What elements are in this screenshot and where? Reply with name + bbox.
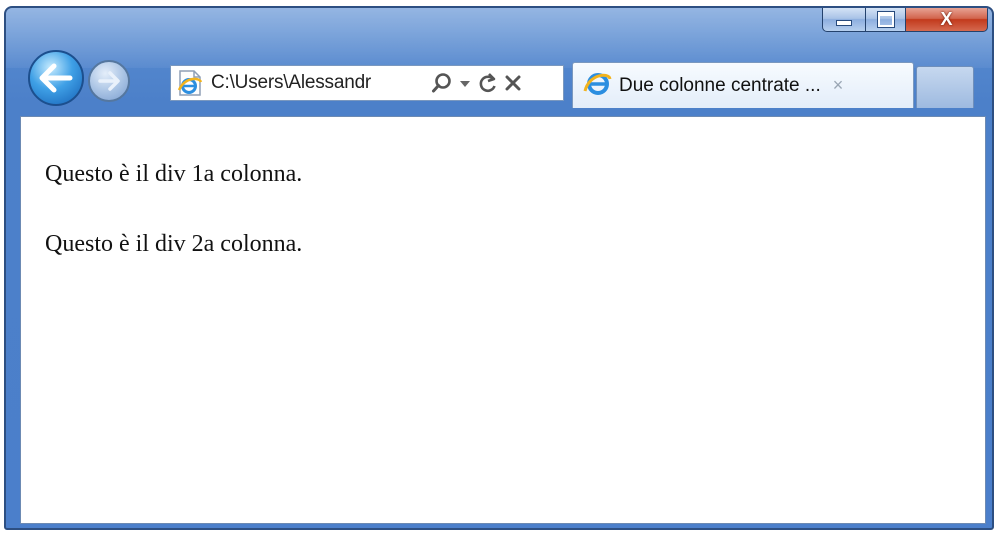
address-input[interactable]: C:\Users\Alessandr <box>211 72 421 94</box>
tab-title: Due colonne centrate ... <box>619 74 821 96</box>
window-caption-buttons: X <box>822 8 988 32</box>
close-window-button[interactable]: X <box>906 8 988 32</box>
tab-close-button[interactable]: × <box>833 75 844 96</box>
refresh-icon[interactable] <box>475 68 501 98</box>
tab-active[interactable]: Due colonne centrate ... × <box>572 62 914 108</box>
maximize-icon <box>876 10 895 28</box>
stop-icon[interactable] <box>501 68 525 98</box>
paragraph-div-1: Questo è il div 1a colonna. <box>45 161 303 187</box>
forward-button[interactable] <box>88 60 130 102</box>
page-content: Questo è il div 1a colonna. Questo è il … <box>20 116 986 524</box>
ie-logo-icon <box>583 68 613 103</box>
ie-page-icon <box>175 68 205 98</box>
minimize-button[interactable] <box>822 8 866 32</box>
arrow-right-icon <box>98 71 120 91</box>
back-button[interactable] <box>28 50 84 106</box>
maximize-button[interactable] <box>866 8 906 32</box>
browser-window: X C:\Users\Alessandr Due colonne centrat… <box>4 6 994 530</box>
new-tab-button[interactable] <box>916 66 974 108</box>
paragraph-div-2: Questo è il div 2a colonna. <box>45 231 303 257</box>
arrow-left-icon <box>39 63 73 93</box>
address-tools <box>429 68 525 98</box>
search-icon[interactable] <box>429 68 455 98</box>
address-bar[interactable]: C:\Users\Alessandr <box>170 65 564 101</box>
dropdown-icon[interactable] <box>455 68 475 98</box>
close-icon: X <box>940 9 953 29</box>
minimize-icon <box>836 20 852 26</box>
